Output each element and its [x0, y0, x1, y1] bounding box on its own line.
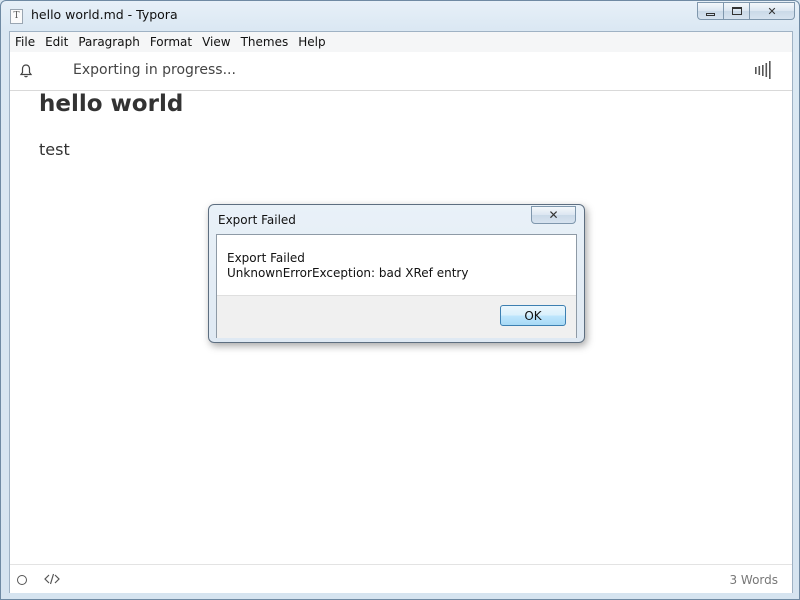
- menu-themes[interactable]: Themes: [236, 32, 294, 52]
- menu-help[interactable]: Help: [293, 32, 330, 52]
- close-icon: ✕: [767, 4, 777, 18]
- menu-bar: File Edit Paragraph Format View Themes H…: [10, 32, 792, 52]
- code-icon[interactable]: [44, 573, 60, 585]
- ok-button[interactable]: OK: [500, 305, 566, 326]
- dialog-close-button[interactable]: ✕: [531, 206, 576, 224]
- maximize-button[interactable]: [724, 2, 750, 20]
- word-count[interactable]: 3 Words: [729, 573, 778, 587]
- maximize-icon: [731, 7, 742, 15]
- close-icon: ✕: [548, 208, 559, 222]
- minimize-icon: [706, 12, 715, 16]
- menu-paragraph[interactable]: Paragraph: [73, 32, 144, 52]
- notification-text: Exporting in progress...: [73, 62, 236, 78]
- typora-app-icon: T: [10, 9, 23, 24]
- dialog-message-detail: UnknownErrorException: bad XRef entry: [227, 266, 469, 280]
- menu-file[interactable]: File: [10, 32, 40, 52]
- circle-icon[interactable]: [17, 575, 27, 585]
- document-heading[interactable]: hello world: [39, 91, 183, 117]
- status-bar: 3 Words: [10, 564, 792, 593]
- title-bar[interactable]: T hello world.md - Typora ✕: [1, 1, 800, 31]
- bell-icon[interactable]: [18, 63, 34, 79]
- dialog-body: Export Failed UnknownErrorException: bad…: [216, 234, 577, 338]
- notification-bar: Exporting in progress...: [10, 52, 792, 91]
- window-title: hello world.md - Typora: [31, 7, 178, 22]
- export-failed-dialog: Export Failed ✕ Export Failed UnknownErr…: [208, 204, 585, 343]
- menu-edit[interactable]: Edit: [40, 32, 73, 52]
- document-paragraph[interactable]: test: [39, 140, 70, 159]
- dialog-message: Export Failed UnknownErrorException: bad…: [227, 251, 468, 281]
- close-button[interactable]: ✕: [750, 2, 795, 20]
- minimize-button[interactable]: [697, 2, 724, 20]
- dialog-footer: OK: [217, 295, 576, 338]
- menu-view[interactable]: View: [197, 32, 235, 52]
- dialog-title: Export Failed: [218, 213, 296, 227]
- window-controls: ✕: [697, 2, 795, 21]
- dialog-message-title: Export Failed: [227, 251, 305, 265]
- menu-format[interactable]: Format: [145, 32, 197, 52]
- progress-indicator-icon: [755, 61, 771, 79]
